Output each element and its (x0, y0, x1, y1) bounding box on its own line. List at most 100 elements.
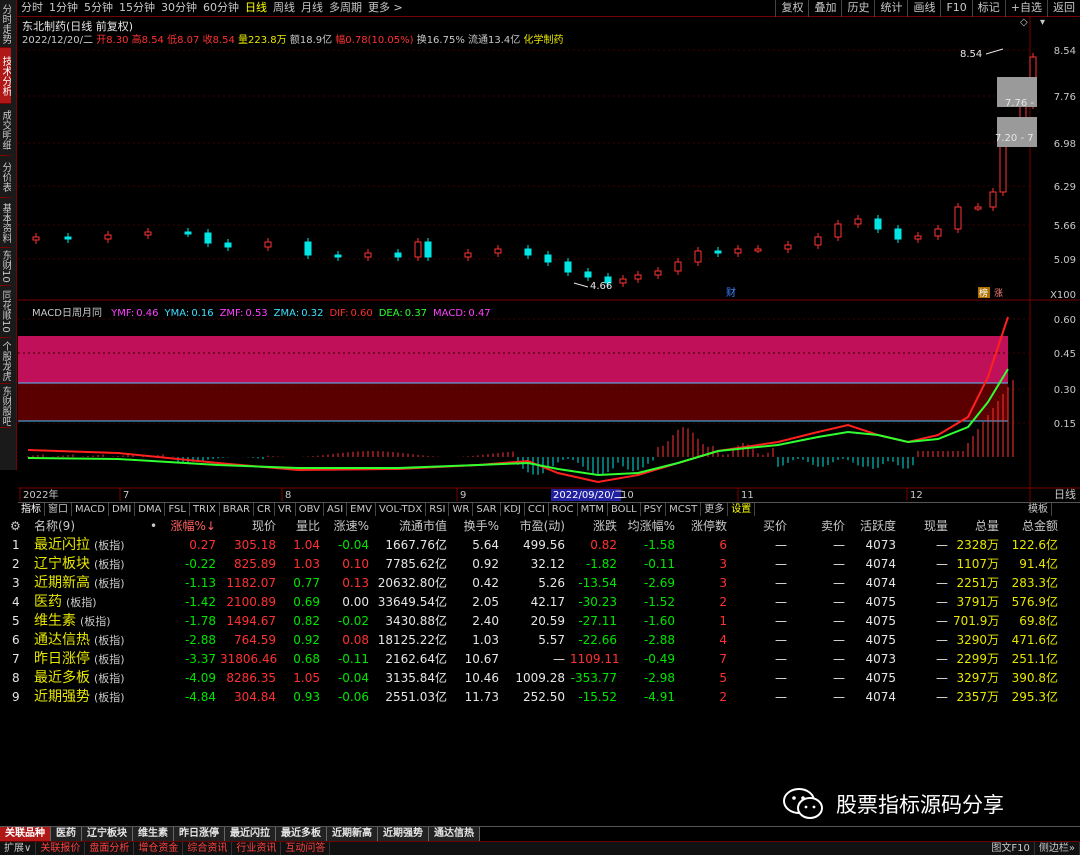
period-tab-3[interactable]: 15分钟 (116, 0, 158, 16)
left-tab-2[interactable]: 技术分析 (0, 48, 11, 104)
sector-tab-7[interactable]: 近期新高 (327, 827, 378, 841)
indicator-tab-15[interactable]: WR (449, 503, 474, 516)
left-tab-5[interactable]: 基本资料 (0, 198, 11, 248)
sector-name[interactable]: 最近多板 (34, 669, 90, 688)
column-header[interactable]: 名称(9) (34, 517, 154, 536)
status-right-1[interactable]: 侧边栏» (1035, 842, 1080, 855)
indicator-tab-20[interactable]: MTM (578, 503, 608, 516)
sector-tab-6[interactable]: 最近多板 (276, 827, 327, 841)
sector-name[interactable]: 通达信热 (34, 631, 90, 650)
indicator-tab-6[interactable]: TRIX (190, 503, 220, 516)
column-header[interactable]: 涨速% (324, 517, 369, 536)
column-header[interactable]: 涨停数 (680, 517, 727, 536)
status-item-4[interactable]: 综合资讯 (183, 842, 233, 855)
column-header[interactable]: 买价 (742, 517, 787, 536)
left-tab-8[interactable]: 个股龙虎 (0, 338, 11, 384)
indicator-tab-21[interactable]: BOLL (608, 503, 641, 516)
toolbar-button-1[interactable]: 叠加 (808, 0, 841, 17)
indicator-tab-23[interactable]: MCST (666, 503, 702, 516)
column-header[interactable]: 换手% (452, 517, 499, 536)
indicator-tab-0[interactable]: 指标 (18, 503, 45, 516)
column-header[interactable]: 市盈(动) (503, 517, 565, 536)
template-button[interactable]: 模板 (1025, 503, 1052, 516)
indicator-tab-7[interactable]: BRAR (220, 503, 254, 516)
table-row[interactable]: 8 最近多板 (板指) -4.09 8286.35 1.05 -0.04 3135.84亿 10… (0, 669, 1080, 688)
column-header[interactable]: 涨跌 (570, 517, 617, 536)
indicator-tab-2[interactable]: MACD (72, 503, 109, 516)
table-row[interactable]: 2 辽宁板块 (板指) -0.22 825.89 1.03 0.10 7785.62亿 0.92… (0, 555, 1080, 574)
sector-name[interactable]: 辽宁板块 (34, 555, 90, 574)
toolbar-button-5[interactable]: F10 (940, 0, 971, 17)
indicator-tab-24[interactable]: 更多 (701, 503, 729, 516)
period-tab-7[interactable]: 周线 (270, 0, 298, 16)
column-header[interactable]: 卖价 (800, 517, 845, 536)
sector-tab-1[interactable]: 医药 (51, 827, 82, 841)
bang-badge[interactable]: 榜 (979, 287, 988, 299)
toolbar-button-3[interactable]: 统计 (874, 0, 907, 17)
toolbar-button-4[interactable]: 画线 (907, 0, 940, 17)
indicator-tab-4[interactable]: DMA (135, 503, 166, 516)
sector-name[interactable]: 近期新高 (34, 574, 90, 593)
indicator-tab-12[interactable]: EMV (347, 503, 376, 516)
period-tab-9[interactable]: 多周期 (326, 0, 365, 16)
sector-name[interactable]: 昨日涨停 (34, 650, 90, 669)
sector-name[interactable]: 最近闪拉 (34, 536, 90, 555)
indicator-tab-14[interactable]: RSI (426, 503, 450, 516)
toolbar-button-2[interactable]: 历史 (841, 0, 874, 17)
minimize-icon[interactable]: ▾ (1040, 17, 1045, 28)
period-tab-0[interactable]: 分时 (18, 0, 46, 16)
stock-chart[interactable]: 8.54 7.76 6.98 6.29 5.66 5.09 8.54 7.76 - 7.20 -… (18, 17, 1080, 502)
period-tab-1[interactable]: 1分钟 (46, 0, 81, 16)
column-header[interactable]: 活跃度 (850, 517, 896, 536)
status-item-6[interactable]: 互动问答 (281, 842, 331, 855)
sector-tab-5[interactable]: 最近闪拉 (225, 827, 276, 841)
sector-name[interactable]: 医药 (34, 593, 62, 612)
column-header[interactable]: • (150, 517, 170, 536)
column-header[interactable]: 涨幅%↓ (170, 517, 216, 536)
sector-tab-8[interactable]: 近期强势 (378, 827, 429, 841)
diamond-icon[interactable]: ◇ (1020, 17, 1028, 28)
column-header[interactable]: 总量 (953, 517, 999, 536)
gear-icon[interactable]: ⚙ (10, 517, 21, 536)
status-item-3[interactable]: 增仓资金 (134, 842, 184, 855)
column-header[interactable]: 量比 (282, 517, 320, 536)
table-row[interactable]: 4 医药 (板指) -1.42 2100.89 0.69 0.00 33649.54亿 2.05… (0, 593, 1080, 612)
toolbar-button-0[interactable]: 复权 (775, 0, 808, 17)
table-row[interactable]: 1 最近闪拉 (板指) 0.27 305.18 1.04 -0.04 1667.76亿 5.64… (0, 536, 1080, 555)
sector-name[interactable]: 近期强势 (34, 688, 90, 707)
indicator-tab-13[interactable]: VOL-TDX (376, 503, 427, 516)
status-item-0[interactable]: 扩展∨ (0, 842, 37, 855)
table-row[interactable]: 6 通达信热 (板指) -2.88 764.59 0.92 0.08 18125.22亿 1.0… (0, 631, 1080, 650)
left-tab-7[interactable]: 同花顺10 (0, 286, 11, 338)
table-row[interactable]: 9 近期强势 (板指) -4.84 304.84 0.93 -0.06 2551.03亿 11.… (0, 688, 1080, 707)
sector-tab-9[interactable]: 通达信热 (429, 827, 480, 841)
status-item-2[interactable]: 盘面分析 (85, 842, 135, 855)
indicator-tab-25[interactable]: 设置 (728, 503, 756, 516)
table-row[interactable]: 5 维生素 (板指) -1.78 1494.67 0.82 -0.02 3430.88亿 2.4… (0, 612, 1080, 631)
sector-tab-0[interactable]: 关联品种 (0, 827, 51, 841)
indicator-tab-11[interactable]: ASI (324, 503, 348, 516)
period-tab-10[interactable]: 更多 > (365, 0, 406, 16)
indicator-tab-17[interactable]: KDJ (501, 503, 525, 516)
column-header[interactable]: 均涨幅% (622, 517, 675, 536)
period-tab-6[interactable]: 日线 (242, 0, 270, 16)
period-tab-8[interactable]: 月线 (298, 0, 326, 16)
status-item-5[interactable]: 行业资讯 (232, 842, 282, 855)
indicator-tab-16[interactable]: SAR (473, 503, 501, 516)
financial-badge[interactable]: 财 (726, 286, 736, 299)
sector-tab-4[interactable]: 昨日涨停 (174, 827, 225, 841)
indicator-tab-1[interactable]: 窗口 (45, 503, 72, 516)
period-tab-4[interactable]: 30分钟 (158, 0, 200, 16)
indicator-tab-8[interactable]: CR (254, 503, 275, 516)
left-tab-9[interactable]: 东财股吧 (0, 384, 11, 428)
indicator-tab-3[interactable]: DMI (109, 503, 136, 516)
period-tab-5[interactable]: 60分钟 (200, 0, 242, 16)
status-right-0[interactable]: 图文F10 (987, 842, 1035, 855)
indicator-tab-22[interactable]: PSY (641, 503, 667, 516)
sector-tab-2[interactable]: 辽宁板块 (82, 827, 133, 841)
status-item-1[interactable]: 关联报价 (36, 842, 86, 855)
left-tab-1[interactable]: 分时走势 (0, 0, 11, 48)
toolbar-button-7[interactable]: +自选 (1004, 0, 1047, 17)
toolbar-button-8[interactable]: 返回 (1047, 0, 1080, 17)
sector-tab-3[interactable]: 维生素 (133, 827, 174, 841)
